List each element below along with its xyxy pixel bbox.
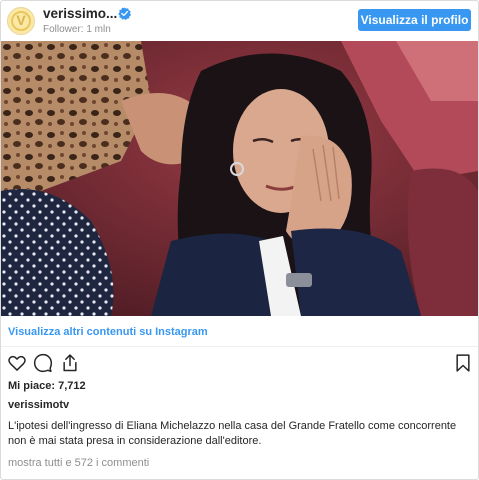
post-caption: L'ipotesi dell'ingresso di Eliana Michel… xyxy=(8,420,457,447)
likes-count[interactable]: Mi piace: 7,712 xyxy=(8,380,86,392)
instagram-embed-card: V verissimo... Follower: 1 mln Visualizz… xyxy=(0,0,479,480)
divider xyxy=(1,346,478,347)
post-photo-image xyxy=(1,41,478,316)
heart-icon[interactable] xyxy=(7,353,27,373)
follower-count: Follower: 1 mln xyxy=(43,24,111,35)
verified-badge-icon xyxy=(118,7,131,20)
view-all-comments-link[interactable]: mostra tutti e 572 i commenti xyxy=(8,457,149,469)
post-owner-username[interactable]: verissimotv xyxy=(8,399,69,411)
bookmark-icon[interactable] xyxy=(453,353,473,373)
account-name[interactable]: verissimo... xyxy=(43,6,117,21)
view-profile-button[interactable]: Visualizza il profilo xyxy=(358,9,471,31)
post-header: V verissimo... Follower: 1 mln Visualizz… xyxy=(1,1,478,41)
share-icon[interactable] xyxy=(60,353,80,373)
view-more-on-instagram-link[interactable]: Visualizza altri contenuti su Instagram xyxy=(8,326,208,338)
post-photo[interactable] xyxy=(1,41,478,316)
verissimo-logo-icon[interactable]: V xyxy=(7,7,35,35)
comment-icon[interactable] xyxy=(33,353,53,373)
